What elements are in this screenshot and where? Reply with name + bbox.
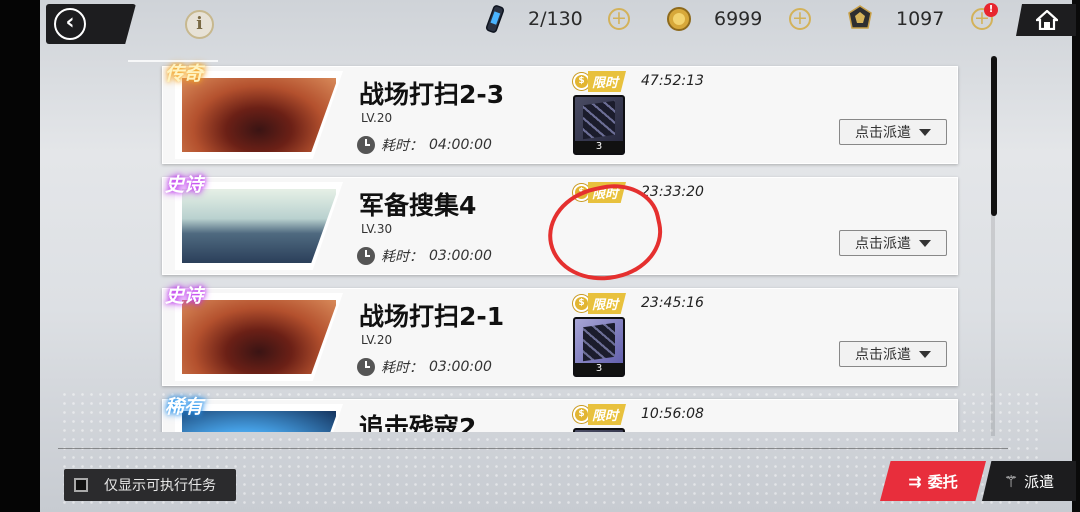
limited-tag: 限时 — [588, 404, 627, 425]
coin-value: 6999 — [714, 8, 763, 30]
left-black-bar — [0, 0, 40, 512]
rarity-label: 传奇 — [165, 63, 204, 85]
mission-title: 战场打扫2-3 — [359, 80, 505, 109]
duration-label: 耗时： — [381, 360, 423, 376]
countdown-timer: 10:56:08 — [641, 406, 704, 422]
reward-item[interactable]: 3 — [573, 95, 625, 155]
back-button[interactable]: ‹ — [46, 4, 136, 44]
chevron-down-icon — [919, 350, 931, 358]
tab-commission-label: 委托 — [927, 472, 958, 491]
filter-label: 仅显示可执行任务 — [104, 478, 216, 494]
filter-checkbox[interactable] — [74, 478, 88, 492]
duration-label: 耗时： — [381, 249, 423, 265]
game-screen: 传奇 战场打扫2-3 LV.20 耗时： 04:00:00 $ 限时 47:52… — [0, 0, 1080, 512]
reward-quantity: 3 — [575, 141, 623, 153]
crystal-display: 1097 — [896, 4, 944, 34]
reward-item[interactable]: 3 — [573, 317, 625, 377]
alert-badge: ! — [984, 3, 998, 17]
limited-tag: 限时 — [588, 293, 627, 314]
limited-tag: 限时 — [588, 71, 627, 92]
mission-duration: 耗时： 03:00:00 — [357, 357, 492, 377]
chevron-down-icon — [919, 128, 931, 136]
rarity-label: 史诗 — [165, 174, 204, 196]
mission-level: LV.20 — [361, 111, 393, 125]
mission-level: LV.30 — [361, 222, 393, 236]
dispatch-label: 点击派遣 — [855, 236, 911, 252]
stamina-display: 2/130 — [528, 4, 583, 34]
dispatch-label: 点击派遣 — [855, 347, 911, 363]
home-icon — [1036, 10, 1058, 30]
mission-title: 军备搜集4 — [359, 191, 477, 220]
tab-dispatch[interactable]: ⚚ 派遣 — [982, 461, 1076, 501]
chevron-down-icon — [919, 239, 931, 247]
clock-icon — [357, 358, 375, 376]
decorative-line — [128, 60, 218, 62]
tab-dispatch-label: 派遣 — [1024, 472, 1055, 491]
material-icon — [583, 322, 615, 362]
stamina-icon — [485, 5, 505, 33]
coin-icon — [667, 7, 691, 31]
right-black-bar — [1072, 0, 1080, 512]
home-button[interactable] — [1016, 4, 1076, 36]
reward-quantity: 3 — [575, 363, 623, 375]
crystal-icon — [848, 5, 872, 29]
countdown-timer: 23:45:16 — [641, 295, 704, 311]
mission-list[interactable]: 传奇 战场打扫2-3 LV.20 耗时： 04:00:00 $ 限时 47:52… — [0, 0, 1080, 432]
add-coin-button[interactable]: + — [789, 8, 811, 30]
mission-duration: 耗时： 04:00:00 — [357, 135, 492, 155]
add-stamina-button[interactable]: + — [608, 8, 630, 30]
dispatch-icon: ⚚ — [1003, 471, 1019, 491]
medal-icon: $ — [573, 295, 590, 312]
limited-badge: $ 限时 — [573, 404, 627, 425]
dispatch-dropdown-button[interactable]: 点击派遣 — [839, 341, 947, 367]
dispatch-dropdown-button[interactable]: 点击派遣 — [839, 230, 947, 256]
crystal-value: 1097 — [896, 8, 945, 30]
mission-level: LV.20 — [361, 333, 393, 347]
limited-badge: $ 限时 — [573, 293, 627, 314]
stamina-value: 2/130 — [528, 8, 583, 30]
mission-title: 战场打扫2-1 — [359, 302, 505, 331]
duration-value: 03:00:00 — [429, 359, 492, 375]
coin-display: 6999 — [714, 4, 762, 34]
medal-icon: $ — [573, 73, 590, 90]
scrollbar-thumb[interactable] — [991, 56, 997, 216]
mission-card[interactable]: 传奇 战场打扫2-3 LV.20 耗时： 04:00:00 $ 限时 47:52… — [162, 63, 958, 164]
limited-badge: $ 限时 — [573, 71, 627, 92]
rarity-label: 史诗 — [165, 285, 204, 307]
countdown-timer: 47:52:13 — [641, 73, 704, 89]
duration-value: 03:00:00 — [429, 248, 492, 264]
executable-only-toggle[interactable]: 仅显示可执行任务 — [64, 469, 236, 501]
duration-label: 耗时： — [381, 138, 423, 154]
mission-card[interactable]: 稀有 追击残寇2 $ 限时 10:56:08 — [162, 396, 958, 432]
dispatch-label: 点击派遣 — [855, 125, 911, 141]
clock-icon — [357, 136, 375, 154]
rarity-label: 稀有 — [165, 396, 204, 418]
commission-icon: ⇉ — [908, 471, 922, 491]
dispatch-dropdown-button[interactable]: 点击派遣 — [839, 119, 947, 145]
clock-icon — [357, 247, 375, 265]
reward-item[interactable] — [573, 428, 625, 432]
material-icon — [583, 100, 615, 140]
mission-card[interactable]: 史诗 战场打扫2-1 LV.20 耗时： 03:00:00 $ 限时 23:45… — [162, 285, 958, 386]
info-icon[interactable]: i — [185, 10, 214, 39]
back-arrow-icon: ‹ — [54, 8, 86, 40]
footer-divider — [58, 448, 1008, 449]
medal-icon: $ — [573, 406, 590, 423]
tab-commission[interactable]: ⇉ 委托 — [880, 461, 986, 501]
duration-value: 04:00:00 — [429, 137, 492, 153]
mission-title: 追击残寇2 — [359, 413, 477, 432]
mission-duration: 耗时： 03:00:00 — [357, 246, 492, 266]
